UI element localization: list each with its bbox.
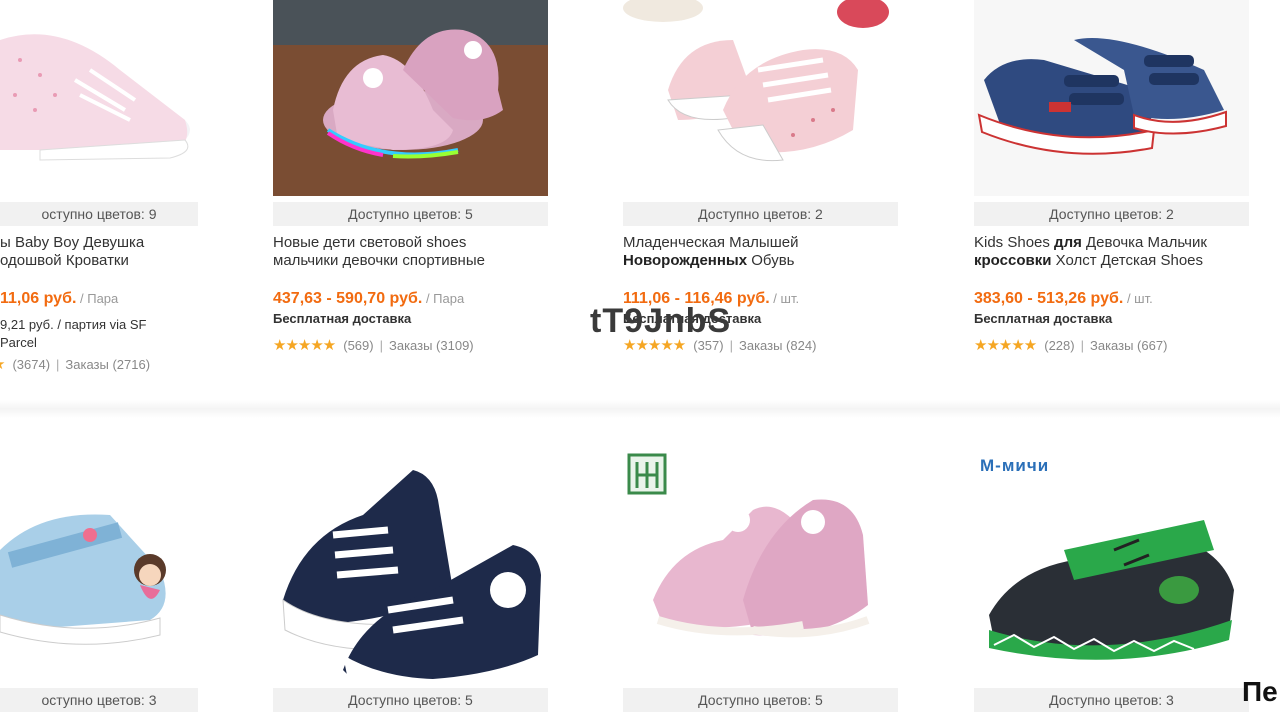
rating-count: (569) — [343, 338, 374, 353]
product-image-2[interactable] — [273, 0, 548, 196]
corner-label: Пе — [1242, 676, 1278, 707]
shipping-info: Бесплатная доставка — [273, 311, 412, 326]
title-keyword: Новорожденных — [623, 252, 748, 269]
title-keyword: для — [1054, 234, 1082, 251]
product-card-6[interactable]: Доступно цветов: 5 — [273, 440, 549, 720]
product-image-8[interactable] — [974, 440, 1249, 680]
product-title[interactable]: Новые дети световой shoes мальчики девоч… — [273, 234, 549, 270]
rating-stars: ★★★★★ — [273, 337, 336, 354]
price-unit: / Пара — [422, 291, 465, 306]
product-card-4[interactable]: Доступно цветов: 2 Kids Shoes для Девочк… — [974, 0, 1250, 390]
product-title[interactable]: Младенческая Малышей Новорожденных Обувь — [623, 234, 899, 270]
colors-available: Доступно цветов: 2 — [974, 202, 1249, 226]
title-line: одошвой Кроватки — [0, 252, 129, 269]
colors-available: Доступно цветов: 3 — [974, 688, 1249, 712]
brand-logo: М-мичи — [980, 456, 1050, 475]
orders-count[interactable]: Заказы (824) — [739, 338, 816, 353]
product-image-4[interactable] — [974, 0, 1249, 196]
title-text: Холст Детская Shoes — [1051, 252, 1204, 269]
orders-count[interactable]: Заказы (667) — [1090, 338, 1167, 353]
colors-available: Доступно цветов: 2 — [623, 202, 898, 226]
rating-stars: ★ — [0, 356, 5, 373]
price-value: 383,60 - 513,26 руб. — [974, 290, 1124, 307]
row-divider — [0, 400, 1280, 418]
colors-available: оступно цветов: 3 — [0, 688, 198, 712]
title-text: Девочка Мальчик — [1081, 234, 1207, 251]
rating-stars: ★★★★★ — [974, 337, 1037, 354]
colors-available: оступно цветов: 9 — [0, 202, 198, 226]
product-price: 383,60 - 513,26 руб. / шт. — [974, 290, 1153, 308]
product-image-6[interactable] — [273, 440, 548, 680]
title-line: Kids Shoes для Девочка Мальчик — [974, 234, 1250, 252]
price-unit: / шт. — [1123, 291, 1153, 306]
product-title[interactable]: ы Baby Boy Девушка одошвой Кроватки — [0, 234, 200, 270]
rating-row: ★(3674)|Заказы (2716) — [0, 355, 150, 373]
colors-available: Доступно цветов: 5 — [273, 688, 548, 712]
product-image-1[interactable] — [0, 0, 200, 196]
title-line: кроссовки Холст Детская Shoes — [974, 252, 1250, 270]
product-image-7[interactable] — [623, 440, 898, 680]
product-card-2[interactable]: Доступно цветов: 5 Новые дети световой s… — [273, 0, 549, 390]
rating-row: ★★★★★ (569) | Заказы (3109) — [273, 337, 474, 354]
price-unit: / Пара — [76, 291, 119, 306]
title-line: Новорожденных Обувь — [623, 252, 899, 270]
colors-available: Доступно цветов: 5 — [623, 688, 898, 712]
title-line: мальчики девочки спортивные — [273, 252, 485, 269]
price-value: 437,63 - 590,70 руб. — [273, 290, 423, 307]
product-image-5[interactable] — [0, 440, 200, 680]
rating-count: (228) — [1044, 338, 1075, 353]
watermark-text: tT9JnbS — [590, 302, 732, 340]
product-price: 437,63 - 590,70 руб. / Пара — [273, 290, 464, 308]
colors-available: Доступно цветов: 5 — [273, 202, 548, 226]
price-value: 11,06 руб. — [0, 290, 77, 307]
shipping-info: Parcel — [0, 335, 37, 350]
shipping-info: 9,21 руб. / партия via SF — [0, 317, 147, 332]
title-line: Младенческая Малышей — [623, 234, 799, 251]
orders-count[interactable]: Заказы (2716) — [65, 357, 150, 372]
product-image-3[interactable] — [623, 0, 898, 196]
rating-row: ★★★★★ (228) | Заказы (667) — [974, 337, 1168, 354]
title-text: Обувь — [747, 252, 795, 269]
shipping-info: Бесплатная доставка — [974, 311, 1113, 326]
title-line: ы Baby Boy Девушка — [0, 234, 145, 251]
price-unit: / шт. — [769, 291, 800, 306]
orders-count[interactable]: Заказы (3109) — [389, 338, 474, 353]
title-line: Новые дети световой shoes — [273, 234, 467, 251]
product-card-7[interactable]: Доступно цветов: 5 — [623, 440, 899, 720]
title-text: Kids Shoes — [974, 234, 1055, 251]
product-card-8[interactable]: М-мичи Доступно цветов: 3 — [974, 440, 1250, 720]
rating-count: (3674) — [12, 357, 51, 372]
product-price: 11,06 руб. / Пара — [0, 290, 118, 308]
product-card-5[interactable]: оступно цветов: 3 — [0, 440, 200, 720]
product-card-1[interactable]: оступно цветов: 9 ы Baby Boy Девушка одо… — [0, 0, 200, 390]
product-title[interactable]: Kids Shoes для Девочка Мальчик кроссовки… — [974, 234, 1250, 270]
title-keyword: кроссовки — [974, 252, 1052, 269]
